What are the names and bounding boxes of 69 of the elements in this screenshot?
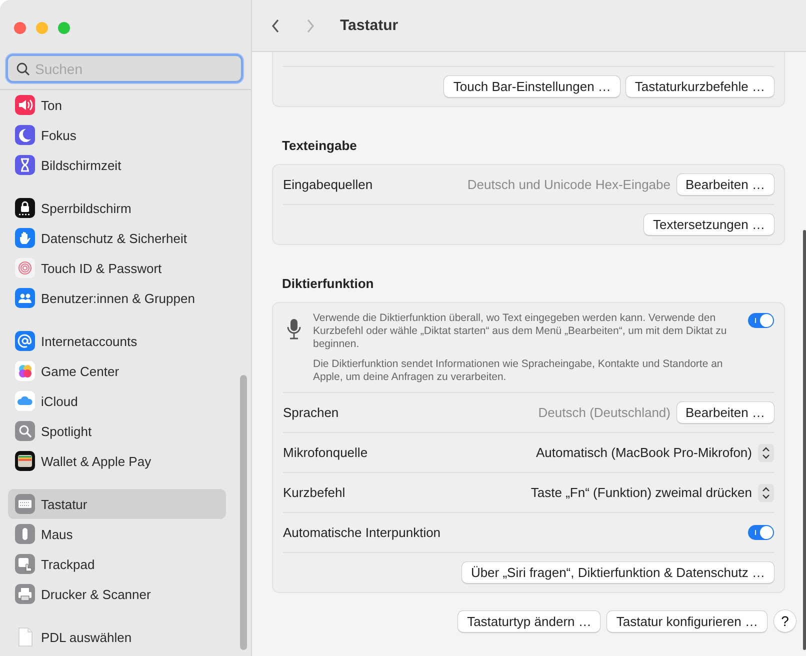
- toggle-switch[interactable]: [748, 525, 774, 540]
- search-icon: [15, 421, 35, 441]
- row-value: Deutsch (Deutschland): [538, 405, 670, 420]
- section-heading: Diktierfunktion: [282, 275, 375, 292]
- push-button[interactable]: Tastaturkurzbefehle …: [626, 76, 774, 97]
- sidebar-item[interactable]: Tastatur: [8, 489, 226, 519]
- bubbles-icon: [15, 361, 35, 381]
- stepper-icon: [758, 444, 774, 462]
- push-button[interactable]: Textersetzungen …: [644, 214, 774, 235]
- popup-menu[interactable]: Taste „Fn“ (Funktion) zweimal drücken: [530, 484, 774, 502]
- zoom-button[interactable]: [58, 22, 70, 34]
- row-label: Mikrofonquelle: [283, 445, 369, 460]
- scroll-thumb[interactable]: [240, 375, 247, 650]
- sidebar-item[interactable]: Wallet & Apple Pay: [8, 446, 226, 476]
- mouse-icon: [15, 524, 35, 544]
- push-button[interactable]: Bearbeiten …: [676, 174, 774, 195]
- trackpad-icon: [15, 554, 35, 574]
- push-button[interactable]: Über „Siri fragen“, Diktierfunktion & Datenschutz …: [462, 562, 774, 583]
- sidebar-item[interactable]: Datenschutz & Sicherheit: [8, 223, 226, 253]
- push-button[interactable]: Touch Bar-Einstellungen …: [444, 76, 620, 97]
- keyboard-icon: [15, 494, 35, 514]
- popup-menu[interactable]: Automatisch (MacBook Pro-Mikrofon): [536, 444, 774, 462]
- stepper-icon: [758, 484, 774, 502]
- sidebar-item[interactable]: iCloud: [8, 386, 226, 416]
- sidebar-item[interactable]: Fokus: [8, 120, 226, 150]
- chevron-icon: [305, 18, 316, 34]
- close-button[interactable]: [14, 22, 26, 34]
- push-button[interactable]: Bearbeiten …: [676, 402, 774, 423]
- printer-icon: [15, 584, 35, 604]
- speaker-icon: [15, 95, 35, 115]
- toggle-switch[interactable]: [748, 313, 774, 328]
- fingerprint-icon: [15, 258, 35, 278]
- hourglass-icon: [15, 155, 35, 175]
- microphone-icon: [287, 318, 301, 340]
- window-title: Tastatur: [340, 17, 398, 34]
- row-label: Eingabequellen: [283, 177, 374, 192]
- sidebar-item[interactable]: Sperrbildschirm: [8, 193, 226, 223]
- description-text: Die Diktierfunktion sendet Informationen wie Spracheingabe, Kontakte und Standorte an Apple, um deine Anfragen zu verarbeiten.: [313, 358, 724, 384]
- cloud-icon: [15, 391, 35, 411]
- push-button[interactable]: Tastatur konfigurieren …: [607, 610, 767, 632]
- sidebar-item[interactable]: Benutzer:innen & Gruppen: [8, 283, 226, 313]
- sidebar-item[interactable]: Game Center: [8, 356, 226, 386]
- sidebar-item[interactable]: Ton: [8, 90, 226, 120]
- scroll-thumb[interactable]: [803, 230, 806, 650]
- search-icon: [16, 62, 30, 76]
- chevron-icon: [270, 18, 281, 34]
- people-icon: [15, 288, 35, 308]
- lock-icon: [15, 198, 35, 218]
- wallet-icon: [15, 451, 35, 471]
- sidebar-item[interactable]: Touch ID & Passwort: [8, 253, 226, 283]
- description-text: Verwende die Diktierfunktion überall, wo Text eingegeben werden kann. Verwende den Kurzbefehl oder wähle „Diktat starten“ aus dem Menü „Bearbeiten“, um mit dem Diktat zu beginnen.: [313, 312, 728, 351]
- minimize-button[interactable]: [36, 22, 48, 34]
- sidebar-item[interactable]: Internetaccounts: [8, 326, 226, 356]
- sidebar-item[interactable]: Drucker & Scanner: [8, 579, 226, 609]
- moon-icon: [15, 125, 35, 145]
- sidebar-item[interactable]: Bildschirmzeit: [8, 150, 226, 180]
- row-label: Kurzbefehl: [283, 485, 346, 500]
- row-value: Deutsch und Unicode Hex-Eingabe: [467, 177, 670, 192]
- row-label: Automatische Interpunktion: [283, 525, 442, 540]
- at-sign-icon: [15, 331, 35, 351]
- help-button[interactable]: ?: [774, 610, 796, 632]
- section-heading: Texteingabe: [282, 137, 358, 154]
- hand-icon: [15, 228, 35, 248]
- sidebar-item[interactable]: PDL auswählen: [8, 622, 226, 652]
- sidebar-item[interactable]: Trackpad: [8, 549, 226, 579]
- push-button[interactable]: Tastaturtyp ändern …: [458, 610, 600, 632]
- row-label: Sprachen: [283, 405, 340, 420]
- sidebar-item[interactable]: Maus: [8, 519, 226, 549]
- sidebar-item[interactable]: Spotlight: [8, 416, 226, 446]
